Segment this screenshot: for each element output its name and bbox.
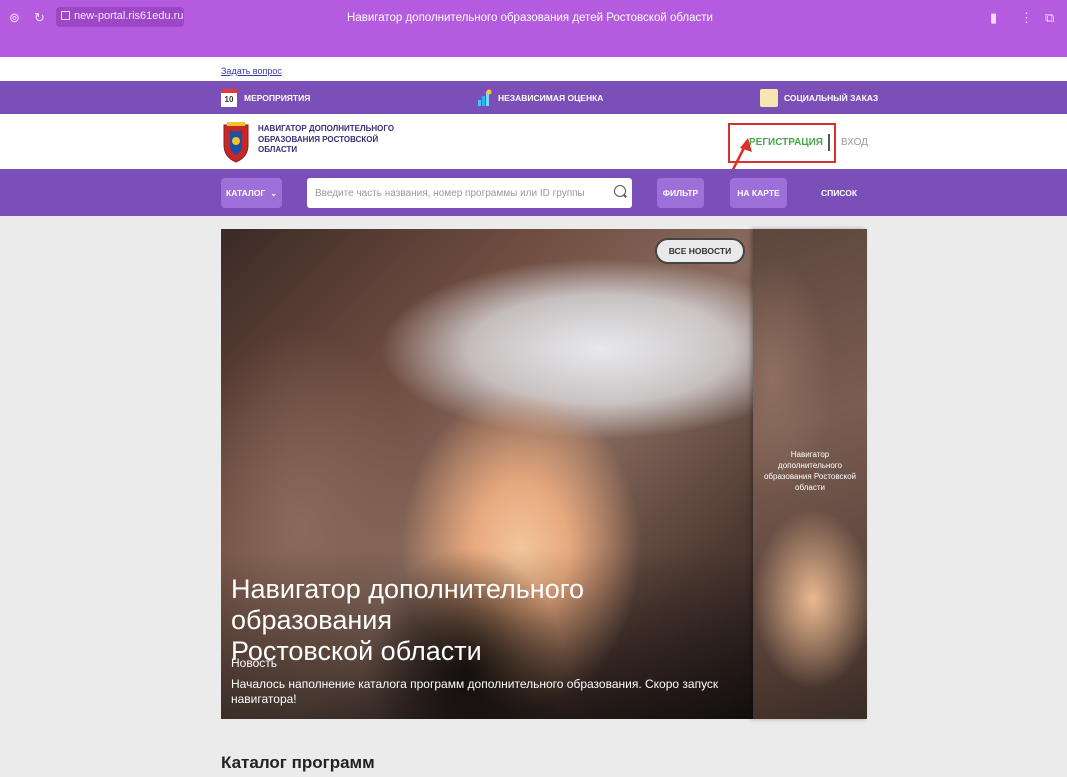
side-line: образования Ростовской [763,472,857,481]
header-divider [828,134,830,151]
nav-events[interactable]: 10 МЕРОПРИЯТИЯ [221,81,310,114]
browser-row: ⊚ ↻ new-portal.ris61edu.ru Навигатор доп… [0,5,1067,31]
banner-title: Навигатор дополнительного образования Ро… [231,574,741,667]
banner-title-line: Ростовской области [231,636,482,666]
address-bar[interactable]: new-portal.ris61edu.ru [56,7,184,27]
banner-title-line: Навигатор дополнительного образования [231,574,584,635]
nav-events-label: МЕРОПРИЯТИЯ [244,92,311,103]
reload-icon[interactable]: ↻ [34,10,45,26]
nav-social-order[interactable]: СОЦИАЛЬНЫЙ ЗАКАЗ [760,81,878,114]
banner-desc-line: Началось наполнение каталога программ до… [231,677,719,691]
document-icon [760,88,778,107]
side-line: области [795,483,825,492]
calendar-icon: 10 [221,88,237,107]
side-line: дополнительного [778,461,842,470]
site-header: НАВИГАТОР ДОПОЛНИТЕЛЬНОГО ОБРАЗОВАНИЯ РО… [0,114,1067,169]
logo-line: НАВИГАТОР ДОПОЛНИТЕЛЬНОГО [258,124,395,133]
filter-button[interactable]: ФИЛЬТР [657,178,704,208]
browser-toolbar: ⊚ ↻ new-portal.ris61edu.ru Навигатор доп… [0,0,1067,57]
side-line: Навигатор [790,450,830,459]
catalog-section-title: Каталог программ [221,753,375,772]
search-bar: КАТАЛОГ ⌄ Введите часть названия, номер … [0,169,1067,216]
menu-dots-icon[interactable]: ⋮ [1020,10,1033,26]
shield-icon[interactable]: ⊚ [9,10,20,26]
banner-category: Новость [231,656,278,670]
chart-icon [478,89,492,106]
logo-line: ОБРАЗОВАНИЯ РОСТОВСКОЙ [258,134,379,144]
nav-independent-assessment-label: НЕЗАВИСИМАЯ ОЦЕНКА [498,92,604,103]
login-link[interactable]: ВХОД [841,137,868,148]
extension-icon[interactable]: ⧉ [1045,10,1054,26]
catalog-label: КАТАЛОГ [226,188,266,198]
logo-text[interactable]: НАВИГАТОР ДОПОЛНИТЕЛЬНОГО ОБРАЗОВАНИЯ РО… [258,124,398,156]
banner-desc-line: навигатора! [231,692,297,706]
catalog-button[interactable]: КАТАЛОГ ⌄ [221,178,282,208]
list-button[interactable]: СПИСОК [812,178,866,208]
side-card-text: Навигатор дополнительного образования Ро… [757,449,863,493]
banner-description: Началось наполнение каталога программ до… [231,677,731,707]
top-nav: 10 МЕРОПРИЯТИЯ НЕЗАВИСИМАЯ ОЦЕНКА СОЦИАЛ… [0,81,1067,114]
browser-page-title: Навигатор дополнительного образования де… [347,12,713,24]
nav-independent-assessment[interactable]: НЕЗАВИСИМАЯ ОЦЕНКА [477,81,603,114]
bookmark-icon[interactable]: ▮ [990,10,997,26]
coat-of-arms-logo[interactable] [221,121,251,163]
search-placeholder: Введите часть названия, номер программы … [315,187,585,199]
top-strip [0,57,1067,81]
logo-line: ОБЛАСТИ [258,145,298,154]
all-news-button[interactable]: ВСЕ НОВОСТИ [655,238,745,264]
search-icon[interactable] [614,185,626,197]
url-text: new-portal.ris61edu.ru [74,10,184,22]
search-input[interactable]: Введите часть названия, номер программы … [307,178,632,208]
map-button[interactable]: НА КАРТЕ [730,178,787,208]
lock-icon [61,11,70,20]
chevron-down-icon: ⌄ [270,188,277,198]
nav-social-order-label: СОЦИАЛЬНЫЙ ЗАКАЗ [784,92,879,103]
ask-question-link[interactable]: Задать вопрос [221,66,282,76]
